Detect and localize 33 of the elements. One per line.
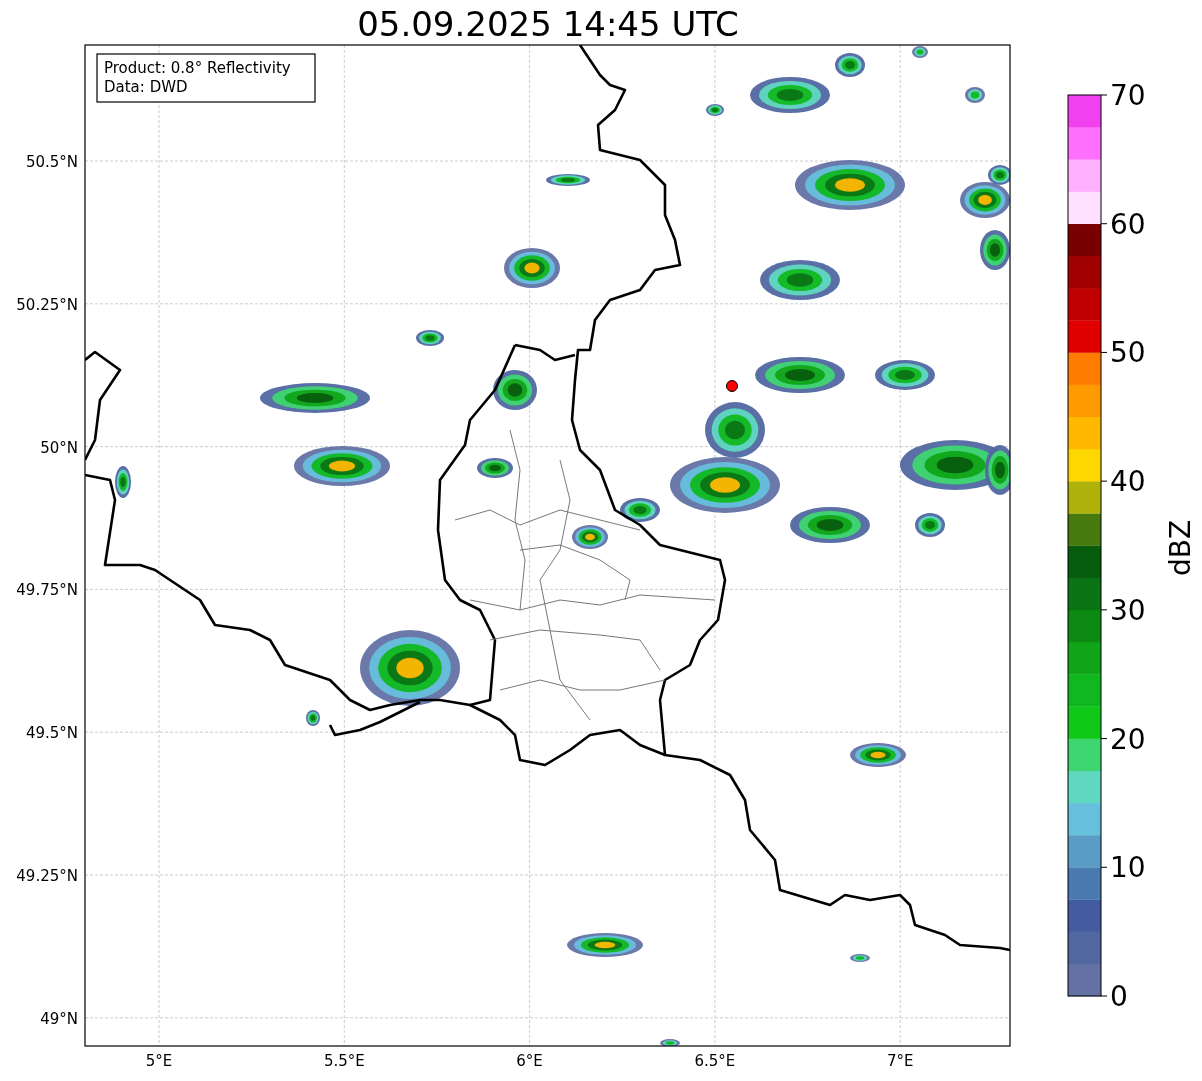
- colorbar-tick: [1100, 738, 1108, 740]
- latitude-label: 49.75°N: [16, 581, 78, 600]
- colorbar-tick: [1100, 351, 1108, 353]
- latitude-label: 50.25°N: [16, 295, 78, 314]
- radar-site-marker: [726, 380, 738, 392]
- latitude-label: 49°N: [40, 1009, 78, 1028]
- colorbar-tick: [1100, 609, 1108, 611]
- colorbar-tick-label: 40: [1110, 465, 1146, 499]
- latitude-label: 49.5°N: [25, 724, 78, 743]
- colorbar-tick-label: 60: [1110, 207, 1146, 241]
- colorbar-label: dBZ: [1164, 519, 1197, 577]
- longitude-label: 6.5°E: [694, 1052, 736, 1070]
- colorbar-tick: [1100, 866, 1108, 868]
- chart-title: 05.09.2025 14:45 UTC: [357, 4, 739, 44]
- colorbar-tick: [1100, 223, 1108, 225]
- longitude-label: 5°E: [145, 1052, 173, 1070]
- colorbar-tick-label: 20: [1110, 722, 1146, 756]
- latitude-label: 50.5°N: [25, 153, 78, 171]
- longitude-label: 5.5°E: [323, 1052, 365, 1070]
- latitude-label: 49.25°N: [16, 867, 78, 885]
- colorbar-tick-label: 70: [1110, 79, 1146, 112]
- colorbar-tick-label: 50: [1110, 336, 1146, 370]
- longitude-label: 7°E: [886, 1052, 914, 1070]
- info-text: Product: 0.8° Reflectivity: [104, 59, 291, 77]
- colorbar-tick-label: 30: [1110, 593, 1146, 627]
- longitude-label: 6°E: [516, 1052, 543, 1070]
- colorbar-tick-label: 0: [1110, 980, 1128, 1013]
- latitude-label: 50°N: [40, 438, 78, 457]
- colorbar-tick: [1100, 480, 1108, 482]
- colorbar-tick: [1100, 995, 1108, 997]
- colorbar-tick: [1100, 94, 1108, 96]
- info-text: Data: DWD: [104, 78, 188, 96]
- colorbar-tick-label: 10: [1110, 851, 1146, 885]
